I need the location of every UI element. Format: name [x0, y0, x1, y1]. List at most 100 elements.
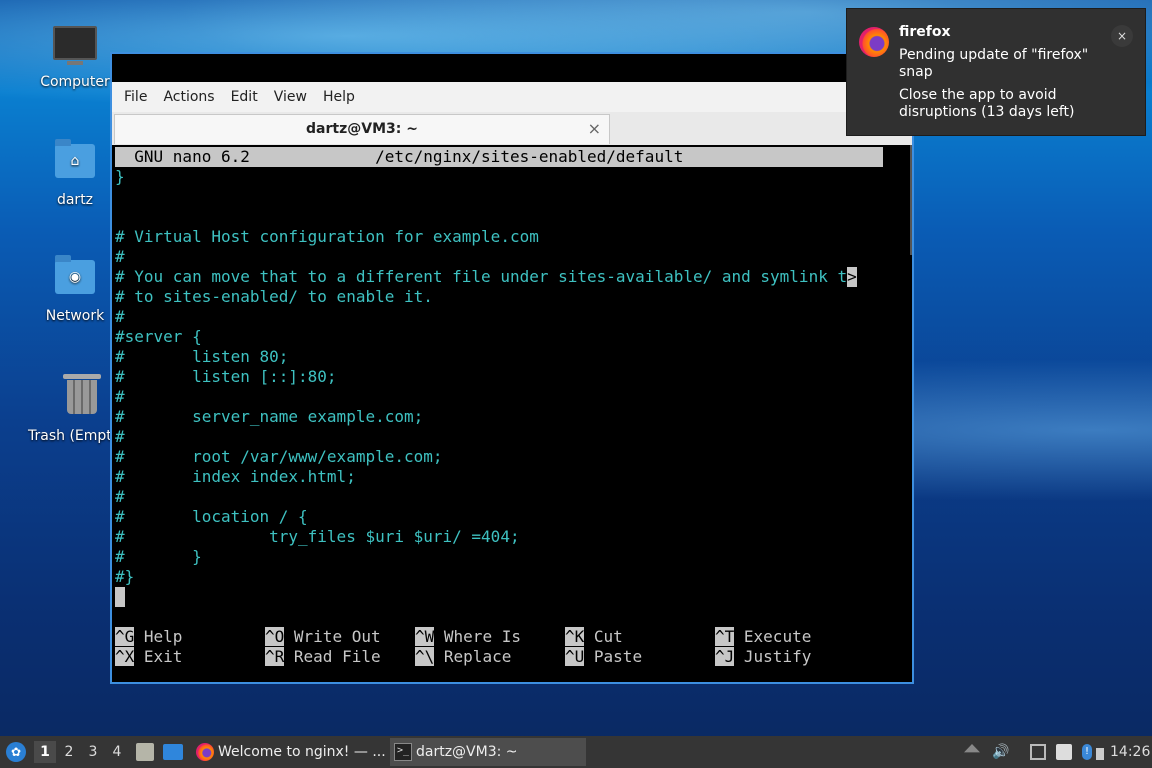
code-line: # to sites-enabled/ to enable it. [115, 287, 433, 306]
code-line: # try_files $uri $uri/ =404; [115, 527, 520, 546]
shortcut-label: Write Out [293, 627, 381, 646]
code-line: # index index.html; [115, 467, 356, 486]
taskbar: ✿ 1 2 3 4 Welcome to nginx! — ... >_ dar… [0, 736, 1152, 768]
code-line: # [115, 307, 125, 326]
shortcut-key: ^K [565, 627, 585, 646]
shortcut-label: Read File [293, 647, 381, 666]
tab-bar: dartz@VM3: ~ × [112, 112, 912, 146]
menu-edit[interactable]: Edit [223, 89, 266, 105]
nano-header: GNU nano 6.2 /etc/nginx/sites-enabled/de… [115, 147, 883, 167]
code-line: # location / { [115, 507, 308, 526]
code-line: # listen [::]:80; [115, 367, 337, 386]
close-tab-icon[interactable]: × [588, 115, 601, 143]
workspace-1[interactable]: 1 [34, 741, 56, 763]
desktop-icon-network[interactable]: ◉ Network [27, 254, 123, 324]
notification-body: Pending update of "firefox" snap Close t… [899, 47, 1109, 121]
code-line: #server { [115, 327, 202, 346]
shortcut-label: Cut [593, 627, 623, 646]
window-titlebar[interactable] [112, 54, 912, 82]
update-notifier-icon[interactable]: ! [1082, 744, 1092, 760]
nano-shortcut[interactable]: ^\ Replace [415, 647, 511, 667]
firefox-icon [196, 743, 214, 761]
nano-shortcut[interactable]: ^J Justify [715, 647, 811, 667]
trash-icon [60, 374, 104, 424]
notification-line-2: Close the app to avoid disruptions (13 d… [899, 87, 1075, 120]
shortcut-key: ^O [265, 627, 285, 646]
battery-icon[interactable] [1096, 748, 1104, 760]
code-line: } [115, 167, 125, 186]
clipboard-icon[interactable] [1056, 744, 1072, 760]
terminal-window[interactable]: File Actions Edit View Help dartz@VM3: ~… [110, 52, 914, 684]
task-firefox[interactable]: Welcome to nginx! — ... [192, 738, 388, 766]
desktop-icon-home[interactable]: ⌂ dartz [27, 138, 123, 208]
shortcut-label: Exit [143, 647, 183, 666]
home-folder-icon: ⌂ [53, 139, 97, 188]
tray-up-arrow-icon[interactable] [964, 744, 980, 753]
start-menu-icon[interactable]: ✿ [6, 742, 26, 762]
desktop-icon-label: Network [45, 308, 105, 324]
code-line: # [115, 387, 125, 406]
nano-shortcut[interactable]: ^K Cut [565, 627, 623, 647]
desktop-icon-computer[interactable]: Computer [27, 20, 123, 90]
code-line: # [115, 247, 125, 266]
menu-file[interactable]: File [116, 89, 155, 105]
code-line: # [115, 487, 125, 506]
shortcut-key: ^T [715, 627, 735, 646]
computer-icon [53, 26, 97, 70]
nano-shortcut[interactable]: ^G Help [115, 627, 182, 647]
tab-title: dartz@VM3: ~ [306, 121, 418, 137]
shortcut-key: ^R [265, 647, 285, 666]
menu-help[interactable]: Help [315, 89, 363, 105]
shortcut-label: Execute [743, 627, 812, 646]
nano-shortcut[interactable]: ^W Where Is [415, 627, 521, 647]
code-line: # } [115, 547, 202, 566]
shortcut-label: Replace [443, 647, 512, 666]
code-line: # [115, 427, 125, 446]
nano-shortcut[interactable]: ^R Read File [265, 647, 381, 667]
line-overflow-marker: > [847, 267, 857, 287]
volume-icon[interactable]: 🔊 [992, 744, 1009, 760]
shortcut-label: Justify [743, 647, 812, 666]
nano-shortcut[interactable]: ^T Execute [715, 627, 811, 647]
workspace-4[interactable]: 4 [106, 741, 128, 763]
clock[interactable]: 14:26 [1110, 736, 1150, 768]
shortcut-key: ^W [415, 627, 435, 646]
firefox-icon [859, 27, 889, 57]
shortcut-key: ^\ [415, 647, 435, 666]
terminal-icon: >_ [394, 743, 412, 761]
shortcut-key: ^X [115, 647, 135, 666]
code-line: # Virtual Host configuration for example… [115, 227, 539, 246]
code-line: # server_name example.com; [115, 407, 424, 426]
workspace-3[interactable]: 3 [82, 741, 104, 763]
shortcut-label: Help [143, 627, 183, 646]
network-folder-icon: ◉ [53, 255, 97, 304]
code-line: # listen 80; [115, 347, 289, 366]
nano-shortcut[interactable]: ^O Write Out [265, 627, 381, 647]
desktop-icon-label: Computer [40, 74, 110, 90]
nano-editor[interactable]: GNU nano 6.2 /etc/nginx/sites-enabled/de… [112, 145, 912, 682]
shortcut-key: ^G [115, 627, 135, 646]
close-notification-icon[interactable]: × [1111, 25, 1133, 47]
menu-bar: File Actions Edit View Help [112, 82, 912, 112]
code-line: # You can move that to a different file … [115, 267, 857, 287]
network-icon[interactable] [1030, 744, 1046, 760]
workspace-2[interactable]: 2 [58, 741, 80, 763]
nano-shortcut[interactable]: ^U Paste [565, 647, 642, 667]
notification-title: firefox [899, 24, 951, 40]
task-label: dartz@VM3: ~ [416, 744, 518, 760]
shortcut-label: Paste [593, 647, 643, 666]
code-line: # root /var/www/example.com; [115, 447, 443, 466]
show-desktop-icon[interactable] [163, 744, 183, 760]
menu-actions[interactable]: Actions [155, 89, 222, 105]
desktop-icon-trash[interactable]: Trash (Empt [20, 370, 124, 444]
nano-shortcut[interactable]: ^X Exit [115, 647, 182, 667]
notification-popup[interactable]: firefox Pending update of "firefox" snap… [846, 8, 1146, 136]
notification-line-1: Pending update of "firefox" snap [899, 47, 1089, 80]
terminal-tab[interactable]: dartz@VM3: ~ × [114, 114, 610, 144]
scrollbar[interactable] [910, 145, 912, 255]
menu-view[interactable]: View [266, 89, 315, 105]
file-manager-icon[interactable] [136, 743, 154, 761]
task-terminal[interactable]: >_ dartz@VM3: ~ [390, 738, 586, 766]
task-label: Welcome to nginx! — ... [218, 744, 386, 760]
desktop-icon-label: dartz [56, 192, 94, 208]
